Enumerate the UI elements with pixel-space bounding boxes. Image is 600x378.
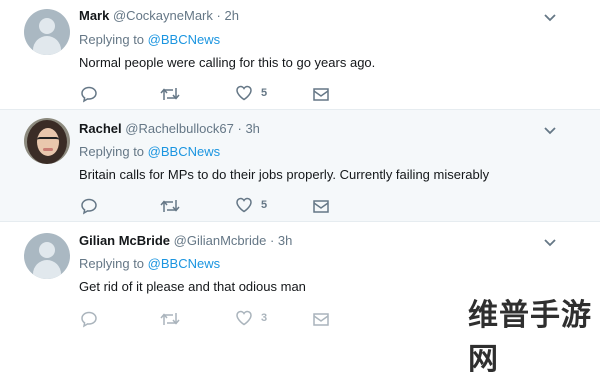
tweet-card[interactable]: Mark @CockayneMark · 2h Replying to @BBC… <box>0 0 600 110</box>
heart-icon[interactable] <box>235 84 253 102</box>
timestamp[interactable]: 3h <box>278 233 292 248</box>
chevron-down-icon[interactable] <box>544 238 556 248</box>
retweet-icon[interactable] <box>160 84 180 104</box>
replying-to-label: Replying to <box>79 144 145 159</box>
reply-target-link[interactable]: @BBCNews <box>148 144 220 159</box>
tweet-text: Get rid of it please and that odious man <box>79 279 306 294</box>
author-handle[interactable]: @Rachelbullock67 <box>125 121 234 136</box>
like-count: 5 <box>261 87 268 99</box>
tweet-header: Rachel @Rachelbullock67 · 3h <box>79 121 260 136</box>
replying-to: Replying to @BBCNews <box>79 144 220 159</box>
author-name[interactable]: Rachel <box>79 121 122 136</box>
reply-icon[interactable] <box>80 196 98 216</box>
tweet-card[interactable]: Rachel @Rachelbullock67 · 3h Replying to… <box>0 110 600 222</box>
tweet-actions: 5 <box>80 196 340 216</box>
avatar[interactable] <box>24 233 70 279</box>
chevron-down-icon[interactable] <box>544 13 556 23</box>
author-handle[interactable]: @CockayneMark <box>113 8 213 23</box>
like-action[interactable]: 5 <box>235 196 275 216</box>
tweet-actions: 5 <box>80 84 340 104</box>
like-count: 5 <box>261 199 268 211</box>
chevron-down-icon[interactable] <box>544 126 556 136</box>
reply-icon[interactable] <box>80 84 98 104</box>
separator: · <box>269 233 275 248</box>
envelope-icon[interactable] <box>312 84 330 104</box>
reply-icon[interactable] <box>80 309 98 329</box>
author-name[interactable]: Gilian McBride <box>79 233 170 248</box>
retweet-icon[interactable] <box>160 309 180 329</box>
replying-to: Replying to @BBCNews <box>79 32 220 47</box>
reply-target-link[interactable]: @BBCNews <box>148 256 220 271</box>
replying-to-label: Replying to <box>79 256 145 271</box>
envelope-icon[interactable] <box>312 196 330 216</box>
replying-to-label: Replying to <box>79 32 145 47</box>
like-action[interactable]: 3 <box>235 309 275 329</box>
tweet-actions: 3 <box>80 309 340 329</box>
avatar[interactable] <box>24 118 70 164</box>
tweet-text: Britain calls for MPs to do their jobs p… <box>79 167 490 182</box>
author-name[interactable]: Mark <box>79 8 109 23</box>
heart-icon[interactable] <box>235 196 253 214</box>
timestamp[interactable]: 3h <box>245 121 259 136</box>
envelope-icon[interactable] <box>312 309 330 329</box>
separator: · <box>237 121 242 136</box>
like-action[interactable]: 5 <box>235 84 275 104</box>
tweet-header: Mark @CockayneMark · 2h <box>79 8 239 23</box>
timestamp[interactable]: 2h <box>224 8 238 23</box>
separator: · <box>216 8 221 23</box>
tweet-header: Gilian McBride @GilianMcbride · 3h <box>79 233 292 248</box>
watermark: 维普手游网 <box>468 298 592 377</box>
replying-to: Replying to @BBCNews <box>79 256 220 271</box>
heart-icon[interactable] <box>235 309 253 327</box>
author-handle[interactable]: @GilianMcbride <box>174 233 267 248</box>
like-count: 3 <box>261 312 268 324</box>
tweet-text: Normal people were calling for this to g… <box>79 55 376 70</box>
reply-target-link[interactable]: @BBCNews <box>148 32 220 47</box>
avatar[interactable] <box>24 9 70 55</box>
retweet-icon[interactable] <box>160 196 180 216</box>
